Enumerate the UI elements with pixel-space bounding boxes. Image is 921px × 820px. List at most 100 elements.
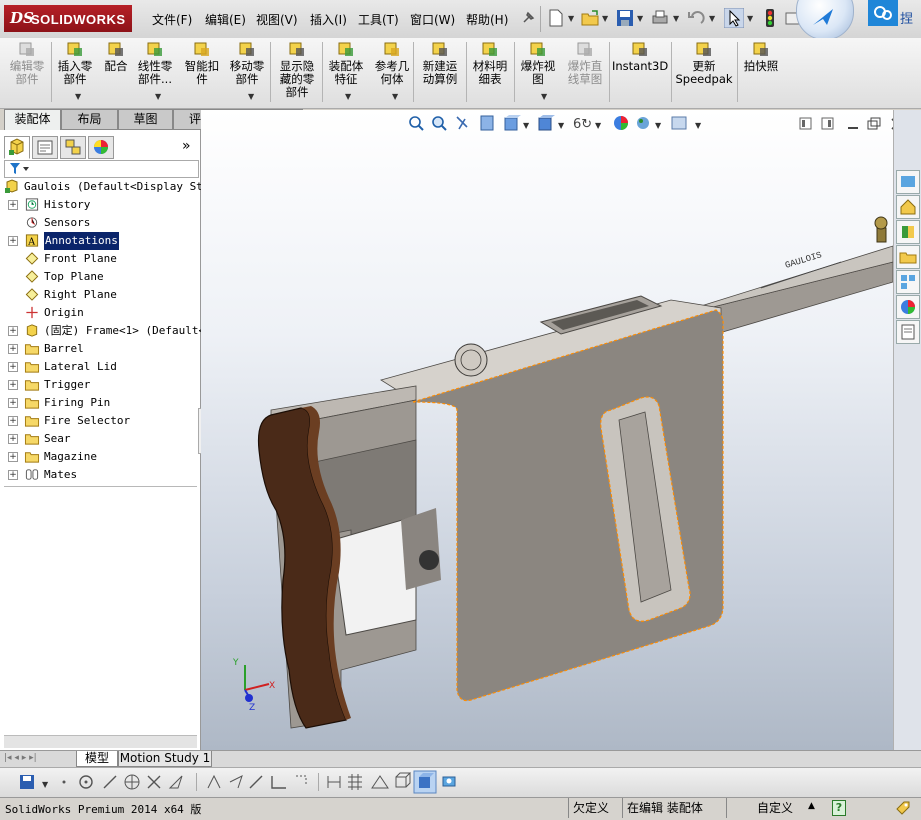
folder-icon (24, 434, 40, 445)
command-instant3d-button[interactable]: Instant3D (612, 40, 668, 73)
save-icon[interactable] (615, 8, 635, 28)
open-folder-icon[interactable] (580, 8, 600, 28)
search-badge-icon[interactable] (796, 0, 854, 40)
command-mate-button[interactable]: 配合 (100, 40, 132, 73)
command-dropdown-icon[interactable]: ▼ (541, 92, 547, 101)
tab-scroll-arrows-icon[interactable]: |◂ ◂ ▸ ▸| (4, 753, 37, 763)
select-arrow-icon[interactable] (724, 8, 744, 28)
command-edit-component-button[interactable]: 编辑零 部件 (4, 40, 50, 86)
tab-motion-study[interactable]: Motion Study 1 (118, 751, 212, 767)
coordinate-triad-icon: Y X Z (232, 658, 275, 713)
tab-1[interactable]: 布局 (61, 109, 118, 130)
command-reference-geometry-button[interactable]: 参考几 何体 (370, 40, 414, 86)
undo-icon[interactable] (686, 8, 706, 28)
tree-item-label: Sear (44, 432, 71, 445)
command-dropdown-icon[interactable]: ▼ (75, 92, 81, 101)
menu-item-4[interactable]: 工具(T) (358, 11, 399, 28)
tree-item-label: Firing Pin (44, 396, 111, 409)
configuration-manager-tab[interactable] (60, 136, 86, 159)
file-explorer-icon[interactable] (896, 245, 920, 269)
property-manager-tab[interactable] (32, 136, 58, 159)
front-sight[interactable] (874, 216, 888, 243)
command-show-hidden-button[interactable]: 显示隐 藏的零 部件 (275, 40, 319, 99)
command-linear-pattern-button[interactable]: 线性零 部件... (133, 40, 177, 86)
tag-icon[interactable] (895, 800, 911, 816)
command-dropdown-icon[interactable]: ▼ (155, 92, 161, 101)
expand-toggle-icon[interactable]: + (8, 200, 18, 210)
command-label: 新建运 动算例 (422, 59, 458, 86)
rebuild-traffic-light-icon[interactable] (760, 8, 780, 28)
expand-toggle-icon[interactable]: + (8, 326, 18, 336)
convert-icon (147, 775, 161, 789)
tree-item-label: Magazine (44, 450, 97, 463)
expand-toggle-icon[interactable]: + (8, 362, 18, 372)
command-label: 移动零 部件 (229, 59, 265, 86)
command-assembly-features-button[interactable]: 装配体 特征 (324, 40, 368, 86)
units-dropdown-icon[interactable]: ▲ (808, 801, 815, 811)
sketch-tools[interactable]: ▼ (0, 768, 480, 798)
new-document-icon[interactable] (546, 8, 566, 28)
expand-toggle-icon[interactable]: + (8, 434, 18, 444)
menu-item-5[interactable]: 窗口(W) (410, 11, 455, 28)
command-new-motion-study-button[interactable]: 新建运 动算例 (417, 40, 463, 86)
command-dropdown-icon[interactable]: ▼ (392, 92, 398, 101)
expand-toggle-icon[interactable]: + (8, 236, 18, 246)
command-insert-component-button[interactable]: 插入零 部件 (53, 40, 97, 86)
expand-toggle-icon[interactable]: + (8, 452, 18, 462)
solidworks-logo[interactable]: DS SOLIDWORKS (4, 5, 132, 32)
barrel[interactable]: GAULOIS (700, 245, 893, 337)
menu-item-2[interactable]: 视图(V) (256, 11, 298, 28)
model-render[interactable]: GAULOIS Y X Z (201, 110, 893, 750)
home-icon[interactable] (896, 195, 920, 219)
command-dropdown-icon[interactable]: ▼ (248, 92, 254, 101)
menu-item-6[interactable]: 帮助(H) (466, 11, 508, 28)
expand-toggle-icon[interactable]: + (8, 470, 18, 480)
appearance-manager-tab[interactable] (88, 136, 114, 159)
folder-icon (24, 380, 40, 391)
filter-box[interactable] (4, 160, 199, 178)
expand-panel-icon[interactable]: » (182, 138, 191, 154)
tab-model[interactable]: 模型 (76, 751, 118, 767)
pin-icon[interactable] (518, 8, 538, 28)
design-library-icon[interactable] (896, 220, 920, 244)
menu-item-3[interactable]: 插入(I) (310, 11, 347, 28)
smart-fasteners-icon (194, 42, 209, 56)
menu-item-1[interactable]: 编辑(E) (205, 11, 246, 28)
svg-text:X: X (269, 681, 275, 691)
expand-toggle-icon[interactable]: + (8, 416, 18, 426)
resources-icon[interactable] (896, 170, 920, 194)
tree-item-label: Origin (44, 306, 84, 319)
command-snapshot-button[interactable]: 拍快照 (740, 40, 782, 73)
command-speedpak-button[interactable]: 更新 Speedpak (675, 40, 733, 86)
command-dropdown-icon[interactable]: ▼ (345, 92, 351, 101)
command-label: 拍快照 (743, 59, 779, 73)
expand-toggle-icon[interactable]: + (8, 398, 18, 408)
3d-box-icon (395, 772, 412, 788)
tab-0[interactable]: 装配体 (4, 109, 61, 130)
annotations-icon: A (25, 234, 39, 247)
command-smart-fasteners-button[interactable]: 智能扣 件 (180, 40, 224, 86)
folder-icon (24, 452, 40, 463)
cloud-share-icon[interactable] (868, 0, 898, 26)
overflow-text[interactable]: 捏 (900, 8, 913, 27)
view-palette-icon[interactable] (896, 270, 920, 294)
appearances-scenes-icon[interactable] (896, 295, 920, 319)
custom-properties-icon[interactable] (896, 320, 920, 344)
expand-toggle-icon[interactable]: + (8, 380, 18, 390)
status-editing: 在编辑 装配体 (622, 798, 727, 818)
feature-manager-tab[interactable] (4, 136, 30, 159)
folder-icon (24, 398, 40, 409)
expand-toggle-icon[interactable]: + (8, 344, 18, 354)
menu-item-0[interactable]: 文件(F) (152, 11, 192, 28)
tab-2[interactable]: 草图 (118, 109, 173, 130)
tree-scrollbar[interactable] (4, 735, 197, 748)
command-bill-of-materials-button[interactable]: 材料明 细表 (468, 40, 512, 86)
reference-geometry-icon (384, 42, 399, 56)
command-explode-line-sketch-button[interactable]: 爆炸直 线草图 (563, 40, 607, 86)
folder-icon (24, 416, 40, 427)
print-icon[interactable] (650, 8, 670, 28)
help-icon[interactable]: ? (832, 800, 846, 816)
feature-tree-icon (9, 138, 24, 155)
command-exploded-view-button[interactable]: 爆炸视 图 (516, 40, 560, 86)
command-move-component-button[interactable]: 移动零 部件 (225, 40, 269, 86)
